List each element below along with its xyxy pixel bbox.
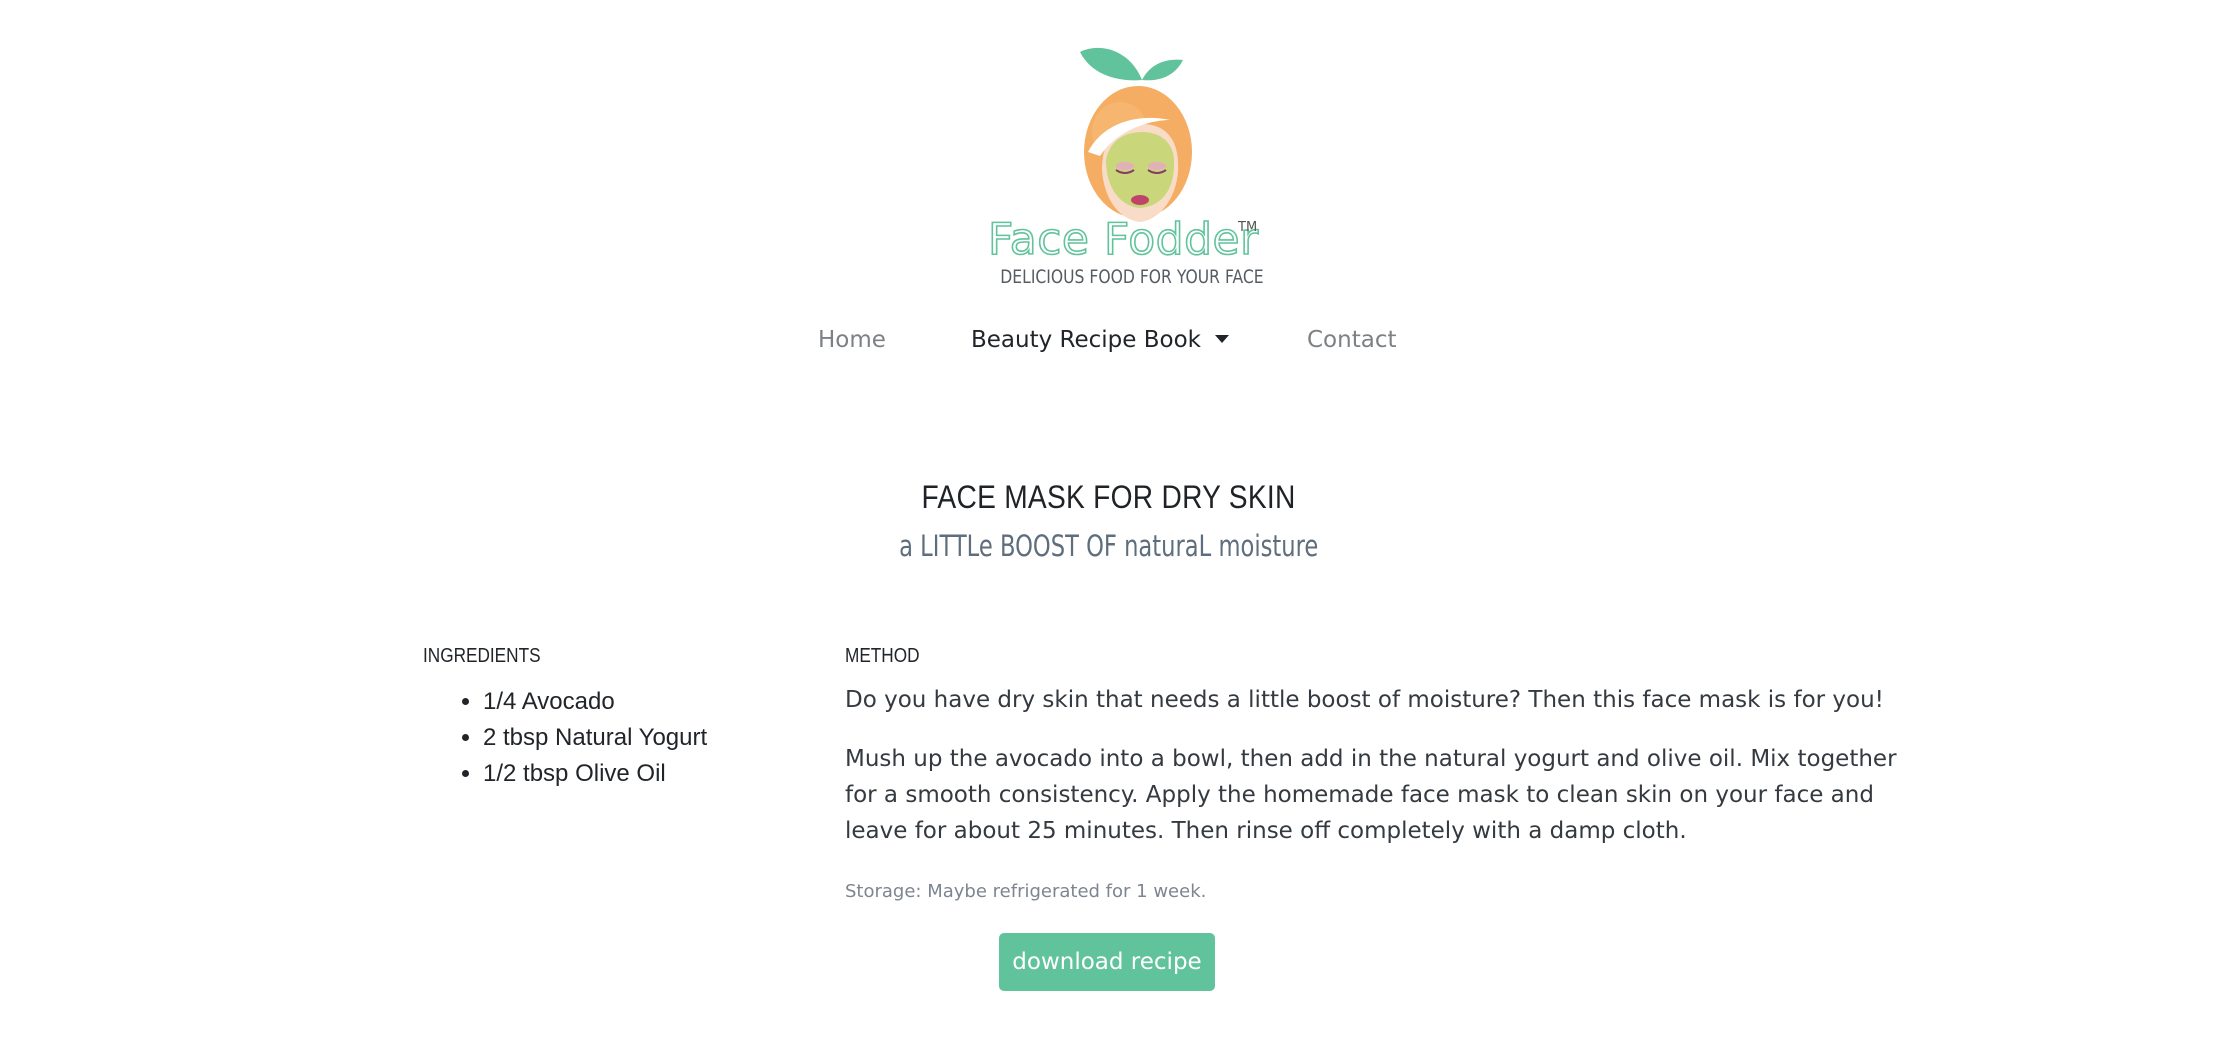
page: Face Fodder TM DELICIOUS FOOD FOR YOUR F… xyxy=(0,0,2218,1049)
nav-contact-link[interactable]: Contact xyxy=(1307,322,1396,358)
nav-beauty-recipe-book-dropdown[interactable]: Beauty Recipe Book xyxy=(971,322,1229,358)
recipe-title: FACE MASK FOR DRY SKIN xyxy=(0,478,2218,516)
ingredients-list: 1/4 Avocado 2 tbsp Natural Yogurt 1/2 tb… xyxy=(423,684,707,792)
method-heading-text: METHOD xyxy=(845,645,920,667)
nav-home-link[interactable]: Home xyxy=(818,322,886,358)
ingredients-heading: INGREDIENTS xyxy=(423,643,560,669)
recipe-subtitle-text: a LITTLe BOOST OF naturaL moisture xyxy=(899,529,1319,563)
download-recipe-button[interactable]: download recipe xyxy=(999,933,1215,991)
ingredient-item: 2 tbsp Natural Yogurt xyxy=(483,720,707,756)
caret-down-icon xyxy=(1214,334,1229,343)
storage-note: Storage: Maybe refrigerated for 1 week. xyxy=(845,881,1207,902)
recipe-subtitle: a LITTLe BOOST OF naturaL moisture xyxy=(0,529,2218,564)
method-heading: METHOD xyxy=(845,643,932,669)
ingredient-item: 1/2 tbsp Olive Oil xyxy=(483,756,707,792)
brand-name: Face Fodder xyxy=(987,214,1259,265)
method-intro: Do you have dry skin that needs a little… xyxy=(845,687,1884,713)
ingredients-heading-text: INGREDIENTS xyxy=(423,645,541,667)
ingredient-item: 1/4 Avocado xyxy=(483,684,707,720)
trademark-symbol: TM xyxy=(1238,220,1258,235)
recipe-title-text: FACE MASK FOR DRY SKIN xyxy=(921,479,1297,515)
brand-tagline: DELICIOUS FOOD FOR YOUR FACE xyxy=(1000,266,1264,288)
method-steps: Mush up the avocado into a bowl, then ad… xyxy=(845,746,1897,844)
logo-illustration xyxy=(1080,47,1192,222)
main-nav: Home Beauty Recipe Book Contact xyxy=(0,322,2218,358)
nav-beauty-recipe-book-label: Beauty Recipe Book xyxy=(971,327,1201,353)
